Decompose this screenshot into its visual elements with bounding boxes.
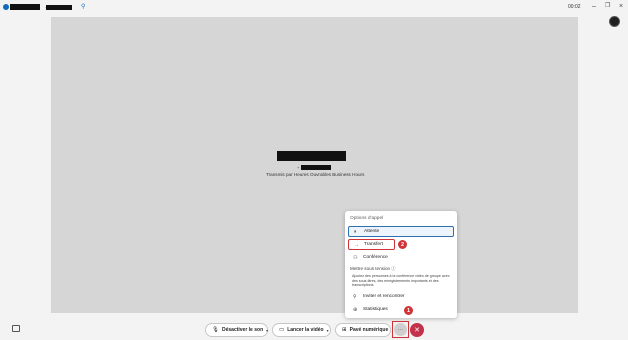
step-badge-2: 2 xyxy=(398,240,407,249)
caller-number-prefix: + xyxy=(297,165,300,170)
microphone-icon: 🎙 xyxy=(212,327,219,333)
video-off-icon: ▭ xyxy=(279,327,285,333)
info-icon: ⓘ xyxy=(391,266,396,271)
step-badge-1: 1 xyxy=(404,306,413,315)
chevron-down-icon[interactable]: ▾ xyxy=(266,328,268,333)
pause-icon: ⏸ xyxy=(354,228,357,235)
chevron-down-icon[interactable]: ▾ xyxy=(327,328,329,333)
close-button[interactable]: × xyxy=(619,3,623,10)
self-avatar[interactable] xyxy=(609,16,620,27)
menu-item-label: Attente xyxy=(364,229,380,234)
dialpad-label: Pavé numérique xyxy=(349,327,389,333)
pin-icon[interactable]: ⚲ xyxy=(81,4,85,10)
transfer-arrow-icon: → xyxy=(354,241,359,248)
menu-item-hold[interactable]: ⏸ Attente xyxy=(348,226,454,237)
stats-icon: ⊕ xyxy=(353,306,358,313)
app-logo-icon xyxy=(3,4,9,10)
minimize-button[interactable]: – xyxy=(592,3,596,10)
menu-description: Ajoutez des personnes à la conférence vi… xyxy=(352,274,450,288)
menu-item-label: Inviter et rencontrer xyxy=(363,294,405,299)
redacted-caller-title xyxy=(10,4,40,10)
menu-item-conference[interactable]: ⚇ Conférence xyxy=(348,252,454,263)
dialpad-icon: ⊞ xyxy=(342,327,347,333)
maximize-button[interactable]: ❐ xyxy=(605,3,610,9)
menu-item-label: Conférence xyxy=(363,255,388,260)
menu-item-invite[interactable]: ⚲ Inviter et rencontrer xyxy=(348,291,454,302)
menu-subheading: Mettre sous tensionⓘ xyxy=(350,266,396,272)
more-icon: ··· xyxy=(394,323,407,336)
call-timer: 00:02 xyxy=(568,4,581,10)
redacted-caller-number xyxy=(301,165,331,170)
mute-label: Désactiver le son xyxy=(221,327,264,333)
title-bar: + ⚲ 00:02 – ❐ × xyxy=(0,0,628,16)
hangup-button[interactable]: ✕ xyxy=(410,323,424,337)
conference-icon: ⚇ xyxy=(353,254,358,261)
menu-item-label: Statistiques xyxy=(363,307,388,312)
menu-item-statistics[interactable]: ⊕ Statistiques xyxy=(348,304,454,315)
dialpad-button[interactable]: ⊞ Pavé numérique xyxy=(335,323,391,337)
call-options-menu: Options d'appel ⏸ Attente → Transfert ⚇ … xyxy=(345,211,457,318)
transfer-note: Transmis par Heures Ouvrables Business H… xyxy=(266,172,365,177)
invite-person-icon: ⚲ xyxy=(353,293,357,300)
menu-item-transfer[interactable]: → Transfert xyxy=(348,239,395,250)
chat-icon[interactable] xyxy=(12,325,20,332)
video-label: Lancer la vidéo xyxy=(287,327,324,333)
video-button[interactable]: ▭ Lancer la vidéo ▾ xyxy=(272,323,331,337)
more-options-button[interactable]: ··· xyxy=(392,321,409,338)
menu-item-label: Transfert xyxy=(364,242,384,247)
menu-heading: Options d'appel xyxy=(350,216,384,221)
subheading-label: Mettre sous tension xyxy=(350,266,391,271)
redacted-phone-number xyxy=(46,5,72,10)
redacted-caller-name xyxy=(277,151,346,161)
mute-button[interactable]: 🎙 Désactiver le son ▾ xyxy=(205,323,268,337)
